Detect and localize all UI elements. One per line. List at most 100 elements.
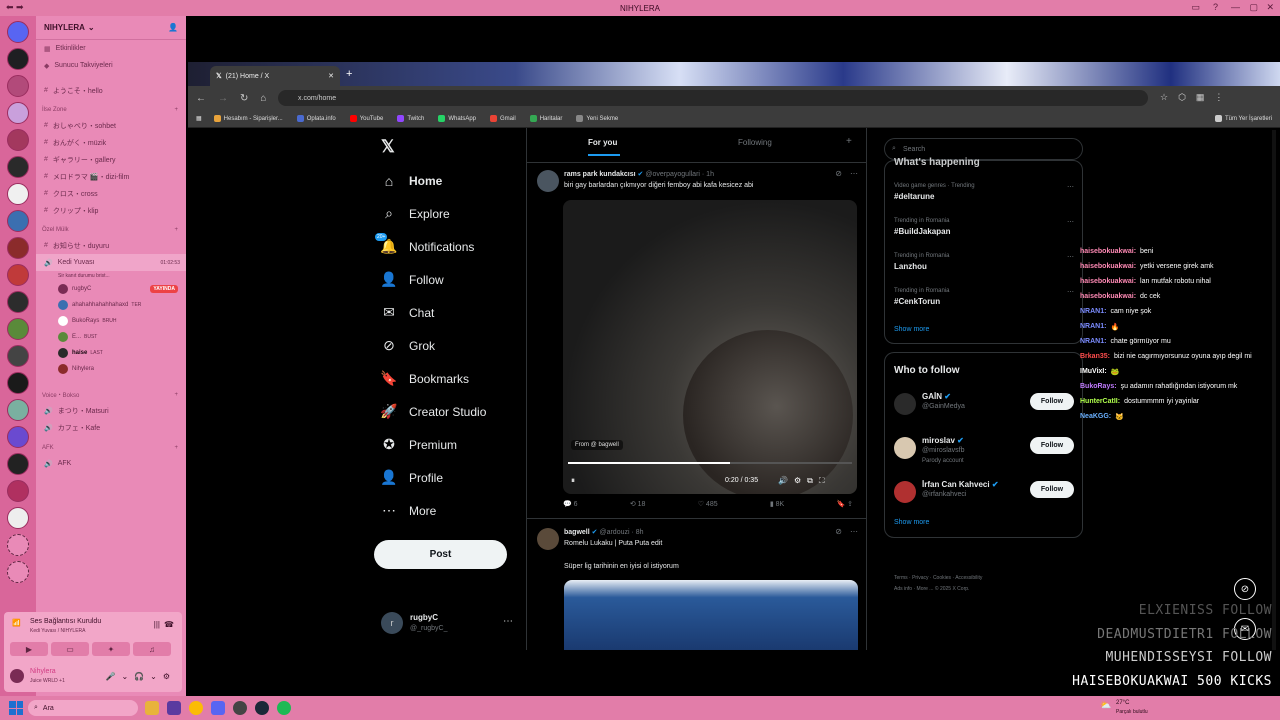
avatar[interactable] bbox=[894, 481, 916, 503]
server-icon[interactable] bbox=[7, 48, 29, 70]
chrome-icon[interactable] bbox=[189, 701, 203, 715]
trend-more-icon[interactable]: ⋯ bbox=[1067, 183, 1074, 191]
voice-user[interactable]: Nihylera bbox=[36, 361, 186, 377]
channel-item[interactable]: # クリップ・klip bbox=[36, 202, 186, 219]
server-icon[interactable] bbox=[7, 291, 29, 313]
x-logo-icon[interactable]: 𝕏 bbox=[381, 137, 395, 157]
footer-link[interactable]: More ... bbox=[917, 586, 934, 592]
events-item[interactable]: ▦ Etkinlikler bbox=[36, 40, 186, 57]
account-name[interactable]: rugbyC bbox=[410, 613, 438, 622]
category-header[interactable]: Özel Mülk + bbox=[36, 222, 186, 237]
server-icon[interactable] bbox=[7, 129, 29, 151]
trend-item[interactable]: Video game genres · Trending #deltarune ⋯ bbox=[894, 183, 1074, 201]
grok-icon[interactable]: ⊘ bbox=[835, 169, 842, 178]
close-icon[interactable]: ✕ bbox=[1266, 2, 1274, 13]
add-server-icon[interactable] bbox=[7, 534, 29, 556]
footer-link[interactable]: Ads info bbox=[894, 586, 912, 592]
nav-follow[interactable]: 👤 Follow bbox=[380, 263, 521, 296]
voice-user[interactable]: rugbyC YAYINDA bbox=[36, 281, 186, 297]
follow-button[interactable]: Follow bbox=[1030, 481, 1074, 498]
inbox-icon[interactable]: ▭ bbox=[1191, 2, 1200, 13]
voice-user[interactable]: BukoRays BRUH bbox=[36, 313, 186, 329]
soundboard-button[interactable]: ♫ bbox=[133, 642, 171, 656]
category-header[interactable]: Voice・Bokso + bbox=[36, 387, 186, 402]
footer-link[interactable]: Cookies bbox=[933, 575, 951, 581]
bookmark-share-button[interactable]: 🔖 ⇪ bbox=[836, 500, 853, 508]
help-icon[interactable]: ? bbox=[1213, 2, 1218, 12]
category-header[interactable]: AFK + bbox=[36, 440, 186, 455]
grok-icon[interactable]: ⊘ bbox=[835, 527, 842, 536]
server-icon[interactable] bbox=[7, 480, 29, 502]
account-avatar[interactable]: r bbox=[381, 612, 403, 634]
nav-grok[interactable]: ⊘ Grok bbox=[381, 329, 521, 362]
tweet-author[interactable]: rams park kundakcısı bbox=[564, 171, 636, 178]
tab-for-you[interactable]: For you bbox=[588, 138, 617, 147]
user-controls[interactable]: 🎤⌄🎧⌄⚙ bbox=[106, 672, 177, 681]
avatar[interactable] bbox=[10, 669, 24, 683]
taskbar-search[interactable]: ⌕ Ara bbox=[28, 700, 138, 716]
post-button[interactable]: Post bbox=[374, 540, 507, 569]
nav-creator-studio[interactable]: 🚀 Creator Studio bbox=[380, 395, 521, 428]
account-more-icon[interactable]: ⋯ bbox=[503, 616, 513, 627]
forward-icon[interactable]: ➡ bbox=[16, 2, 24, 13]
trend-more-icon[interactable]: ⋯ bbox=[1067, 288, 1074, 296]
show-more-link[interactable]: Show more bbox=[894, 519, 929, 526]
steam-icon[interactable] bbox=[255, 701, 269, 715]
bookmark[interactable]: WhatsApp bbox=[438, 115, 476, 122]
voice-user[interactable]: ahahahhahahhahaxd TER bbox=[36, 297, 186, 313]
nav-profile[interactable]: 👤 Profile bbox=[380, 461, 521, 494]
grok-float-icon[interactable]: ⊘ bbox=[1234, 578, 1256, 600]
minimize-icon[interactable]: — bbox=[1231, 2, 1240, 12]
new-tab-icon[interactable]: + bbox=[346, 68, 360, 82]
trend-more-icon[interactable]: ⋯ bbox=[1067, 218, 1074, 226]
footer-link[interactable]: Terms bbox=[894, 575, 908, 581]
bookmark[interactable]: Oplata.info bbox=[296, 115, 336, 122]
channel-item[interactable]: # クロス・cross bbox=[36, 185, 186, 202]
server-icon[interactable] bbox=[7, 453, 29, 475]
trend-item[interactable]: Trending in Romania Lanzhou ⋯ bbox=[894, 253, 1074, 271]
voice-channel[interactable]: 🔊 AFK bbox=[36, 455, 186, 472]
trend-more-icon[interactable]: ⋯ bbox=[1067, 253, 1074, 261]
server-icon[interactable] bbox=[7, 264, 29, 286]
discover-icon[interactable] bbox=[7, 561, 29, 583]
bookmark[interactable]: Hesabım - Siparişler... bbox=[213, 115, 283, 122]
pause-icon[interactable]: ⏸ bbox=[571, 476, 575, 486]
server-icon[interactable] bbox=[7, 156, 29, 178]
channel-item[interactable]: # ギャラリー・gallery bbox=[36, 151, 186, 168]
bookmark[interactable]: Gmail bbox=[490, 115, 516, 122]
like-button[interactable]: ♡ 485 bbox=[698, 500, 718, 508]
show-more-link[interactable]: Show more bbox=[894, 326, 929, 333]
close-tab-icon[interactable]: ✕ bbox=[328, 72, 334, 80]
add-tab-icon[interactable]: + bbox=[846, 136, 852, 147]
back-icon[interactable]: ← bbox=[196, 93, 206, 104]
channel-hello[interactable]: # ようこそ・hello bbox=[36, 82, 186, 99]
retweet-button[interactable]: ⟲ 18 bbox=[630, 500, 646, 508]
footer-link[interactable]: Privacy bbox=[912, 575, 928, 581]
apps-icon[interactable]: ▦ bbox=[196, 115, 202, 122]
video-source[interactable]: From @ bagwell bbox=[571, 440, 623, 450]
weather-icon[interactable]: ⛅ bbox=[1100, 700, 1111, 711]
nav-more[interactable]: ⋯ More bbox=[381, 494, 521, 527]
server-icon[interactable] bbox=[7, 318, 29, 340]
app-icon[interactable] bbox=[233, 701, 247, 715]
follow-suggestion[interactable]: İrfan Can Kahveci ✔ @irfankahveci Follow bbox=[894, 479, 1074, 509]
follow-button[interactable]: Follow bbox=[1030, 437, 1074, 454]
server-icon[interactable] bbox=[7, 399, 29, 421]
channel-item[interactable]: # おんがく・müzik bbox=[36, 134, 186, 151]
server-header[interactable]: NIHYLERA ⌄ 👤 bbox=[36, 16, 186, 40]
server-icon[interactable] bbox=[7, 102, 29, 124]
views-button[interactable]: ▮ 8K bbox=[770, 500, 784, 508]
invite-icon[interactable]: 👤 bbox=[168, 23, 178, 32]
server-icon[interactable] bbox=[7, 507, 29, 529]
channel-item[interactable]: # お知らせ・duyuru bbox=[36, 237, 186, 254]
bookmark[interactable]: Yeni Sekme bbox=[576, 115, 618, 122]
activities-button[interactable]: ✦ bbox=[92, 642, 130, 656]
url-field[interactable]: x.com/home bbox=[278, 90, 1148, 106]
browser-toolbar-icons[interactable]: ☆⬡▦⋮ bbox=[1160, 92, 1233, 103]
voice-channel[interactable]: 🔊 カフェ・Kafe bbox=[36, 419, 186, 436]
tweet-author[interactable]: bagwell bbox=[564, 529, 590, 536]
tweet-media[interactable] bbox=[564, 580, 858, 650]
nav-premium[interactable]: ✪ Premium bbox=[381, 428, 521, 461]
server-icon[interactable] bbox=[7, 372, 29, 394]
voice-channel[interactable]: 🔊 Kedi Yuvası 01:02:53 bbox=[36, 254, 186, 271]
